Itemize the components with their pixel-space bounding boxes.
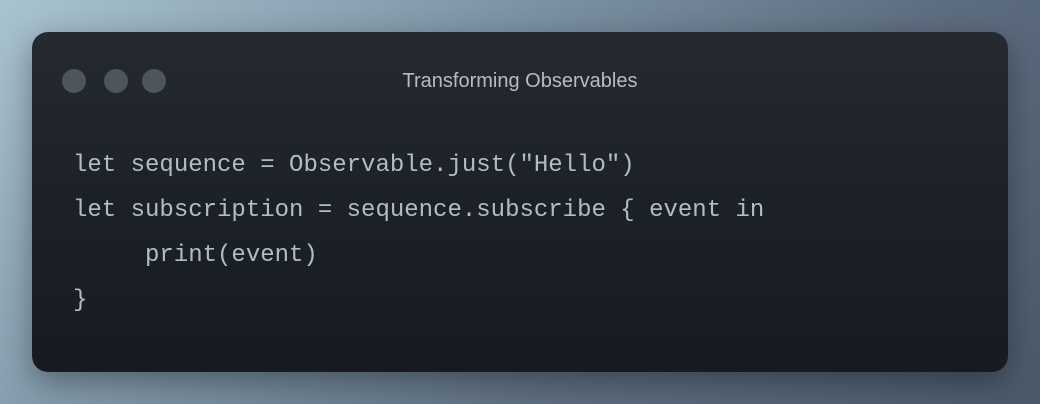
code-line-1: let sequence = Observable.just("Hello") xyxy=(73,152,635,179)
code-line-4: } xyxy=(73,287,88,314)
code-line-2: let subscription = sequence.subscribe { … xyxy=(73,197,765,224)
code-line-3-text: print(event) xyxy=(145,242,318,269)
code-window: Transforming Observables let sequence = … xyxy=(32,32,1008,372)
window-title: Transforming Observables xyxy=(402,70,638,92)
window-titlebar: Transforming Observables xyxy=(32,32,1008,128)
code-block: let sequence = Observable.just("Hello") … xyxy=(73,143,764,323)
code-line-3: print(event) xyxy=(73,233,764,278)
